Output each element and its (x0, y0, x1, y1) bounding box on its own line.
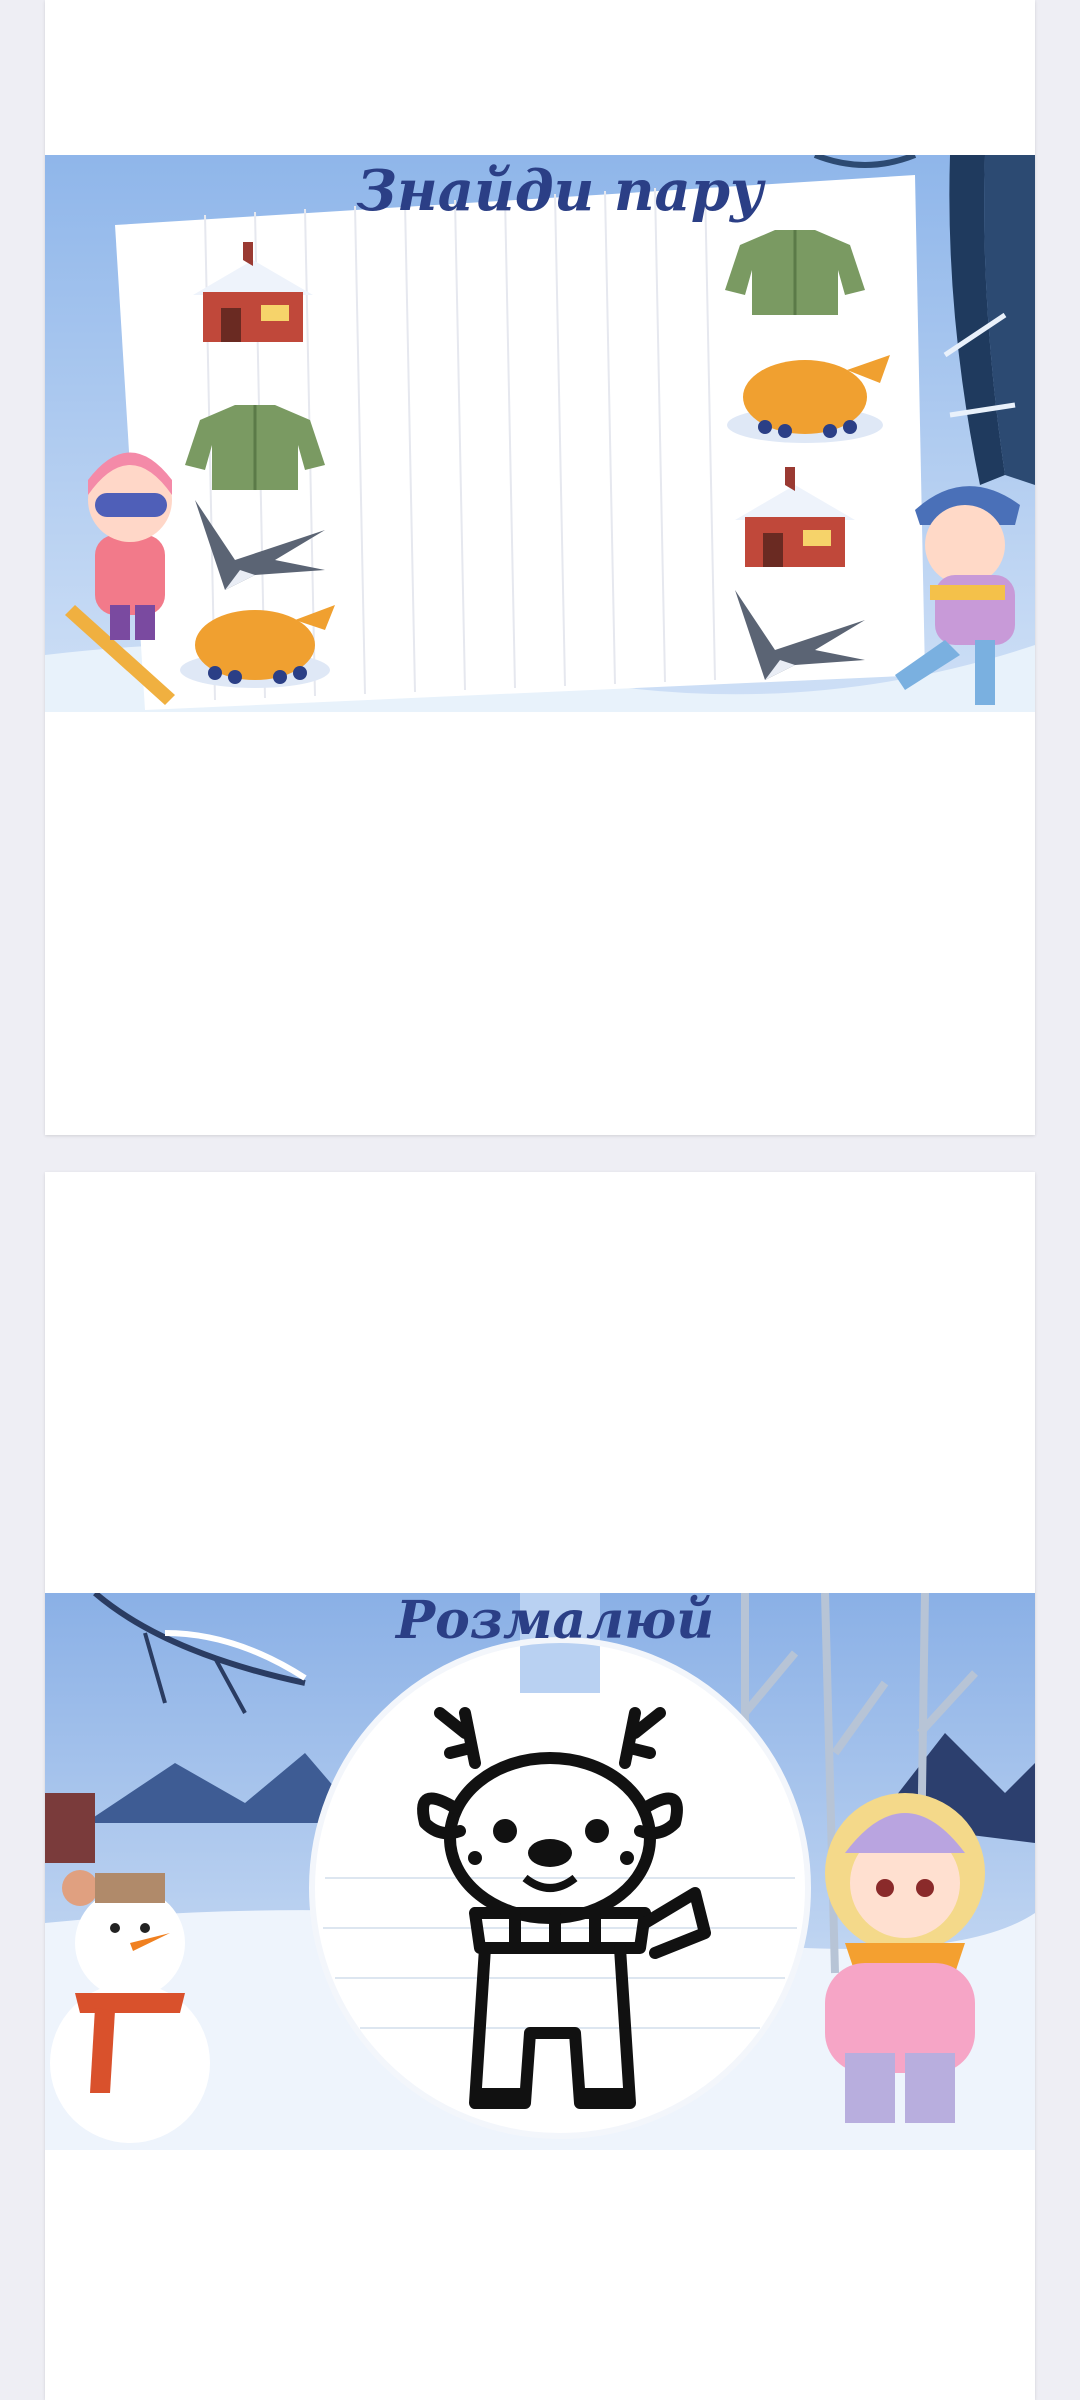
slide-find-pair: Знайди пару (45, 155, 1035, 712)
slide-title: Розмалюй (394, 1593, 714, 1651)
coloring-illustration: Розмалюй (45, 1593, 1035, 2150)
slide-coloring: Розмалюй (45, 1593, 1035, 2150)
document-page-1: Знайди пару (45, 0, 1035, 1135)
house-icon (45, 1793, 95, 1863)
document-page-2: Розмалюй (45, 1172, 1035, 2400)
slide-title: Знайди пару (356, 158, 766, 224)
find-pair-illustration: Знайди пару (45, 155, 1035, 712)
